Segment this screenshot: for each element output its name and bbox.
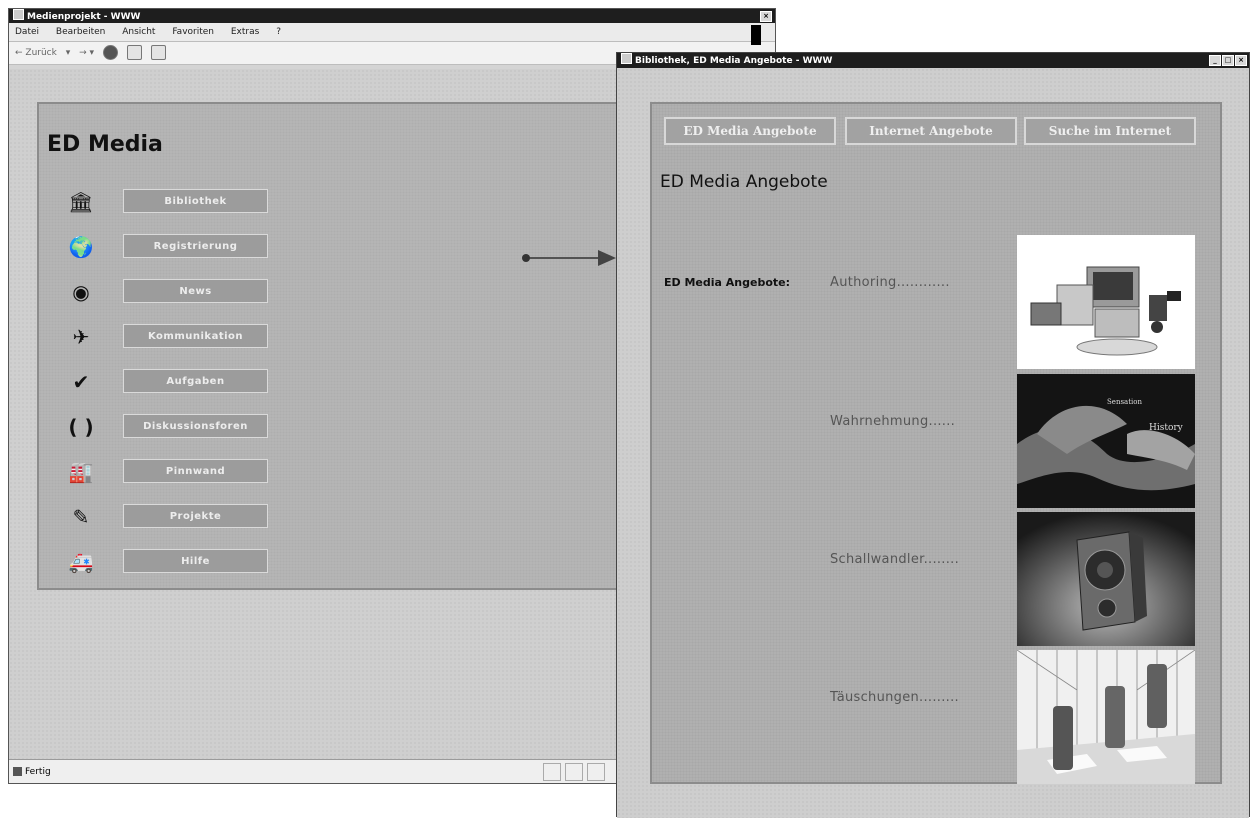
status-panel (587, 763, 605, 781)
globe-icon: 🌍 (68, 235, 94, 259)
maximize-icon[interactable]: □ (1222, 55, 1234, 66)
close-icon[interactable]: × (1235, 55, 1247, 66)
nav-button-aufgaben[interactable]: Aufgaben (123, 369, 268, 393)
parentheses-icon: ( ) (68, 415, 94, 439)
menu-item-bearbeiten[interactable]: Bearbeiten (56, 27, 105, 37)
svg-text:History: History (1149, 423, 1184, 433)
menu-item-favoriten[interactable]: Favoriten (172, 27, 214, 37)
section-heading: ED Media Angebote (660, 172, 828, 192)
offer-link-taeuschungen[interactable]: Täuschungen......... (830, 690, 959, 705)
home-icon[interactable] (150, 45, 166, 60)
nav-button-registrierung[interactable]: Registrierung (123, 234, 268, 258)
computer-equipment-image[interactable] (1017, 235, 1195, 369)
pen-icon: ✎ (72, 505, 90, 529)
status-panel (543, 763, 561, 781)
offer-link-wahrnehmung[interactable]: Wahrnehmung...... (830, 414, 955, 429)
menu-item-datei[interactable]: Datei (15, 27, 39, 37)
nav-button-kommunikation[interactable]: Kommunikation (123, 324, 268, 348)
offer-link-schallwandler[interactable]: Schallwandler........ (830, 552, 959, 567)
popup-window-title: Bibliothek, ED Media Angebote - WWW (635, 56, 833, 66)
menu-item-help[interactable]: ? (276, 27, 281, 37)
nav-button-hilfe[interactable]: Hilfe (123, 549, 268, 573)
svg-text:Sensation: Sensation (1107, 398, 1142, 406)
checkmark-icon: ✔ (72, 370, 90, 394)
library-icon: 🏛 (68, 190, 94, 214)
popup-panel: ED Media Angebote Internet Angebote Such… (650, 102, 1222, 784)
tab-suche-im-internet[interactable]: Suche im Internet (1024, 117, 1196, 145)
popup-title-bar: Bibliothek, ED Media Angebote - WWW _ □ … (617, 53, 1249, 68)
nav-button-pinnwand[interactable]: Pinnwand (123, 459, 268, 483)
nav-button-diskussionsforen[interactable]: Diskussionsforen (123, 414, 268, 438)
eye-icon: ◉ (72, 280, 90, 304)
speaker-image[interactable] (1017, 512, 1195, 646)
stop-icon[interactable] (102, 45, 118, 60)
main-title-bar: Medienprojekt - WWW × (9, 9, 775, 23)
pillars-room-image[interactable] (1017, 650, 1195, 784)
browser-icon (13, 9, 24, 20)
tab-ed-media-angebote[interactable]: ED Media Angebote (664, 117, 836, 145)
menu-item-ansicht[interactable]: Ansicht (122, 27, 155, 37)
nav-button-news[interactable]: News (123, 279, 268, 303)
browser-icon (621, 53, 632, 64)
minimize-icon[interactable]: _ (1209, 55, 1221, 66)
refresh-icon[interactable] (126, 45, 142, 60)
popup-content-area: ED Media Angebote Internet Angebote Such… (617, 68, 1249, 818)
factory-icon: 🏭 (68, 460, 94, 484)
page-status-icon (13, 767, 22, 776)
status-panel (565, 763, 583, 781)
hands-sculpture-image[interactable]: Sensation History (1017, 374, 1195, 508)
ambulance-icon: 🚑 (68, 550, 94, 574)
brand-title: ED Media (47, 132, 163, 157)
status-text: Fertig (25, 767, 51, 777)
close-icon[interactable]: × (760, 11, 772, 22)
menu-item-extras[interactable]: Extras (231, 27, 259, 37)
tab-internet-angebote[interactable]: Internet Angebote (845, 117, 1017, 145)
menu-bar: Datei Bearbeiten Ansicht Favoriten Extra… (9, 23, 775, 45)
back-button[interactable]: ← Zurück (15, 42, 57, 64)
menu-bar-edge (751, 25, 761, 45)
offers-label: ED Media Angebote: (664, 276, 791, 289)
forward-arrow-icon[interactable]: → ▾ (79, 42, 94, 64)
back-dropdown-icon[interactable]: ▾ (66, 42, 71, 64)
nav-button-projekte[interactable]: Projekte (123, 504, 268, 528)
link-arrow (522, 250, 616, 266)
offer-link-authoring[interactable]: Authoring............ (830, 275, 950, 290)
nav-button-bibliothek[interactable]: Bibliothek (123, 189, 268, 213)
main-window-title: Medienprojekt - WWW (27, 12, 141, 22)
popup-window: Bibliothek, ED Media Angebote - WWW _ □ … (616, 52, 1250, 818)
bird-icon: ✈ (72, 325, 90, 349)
